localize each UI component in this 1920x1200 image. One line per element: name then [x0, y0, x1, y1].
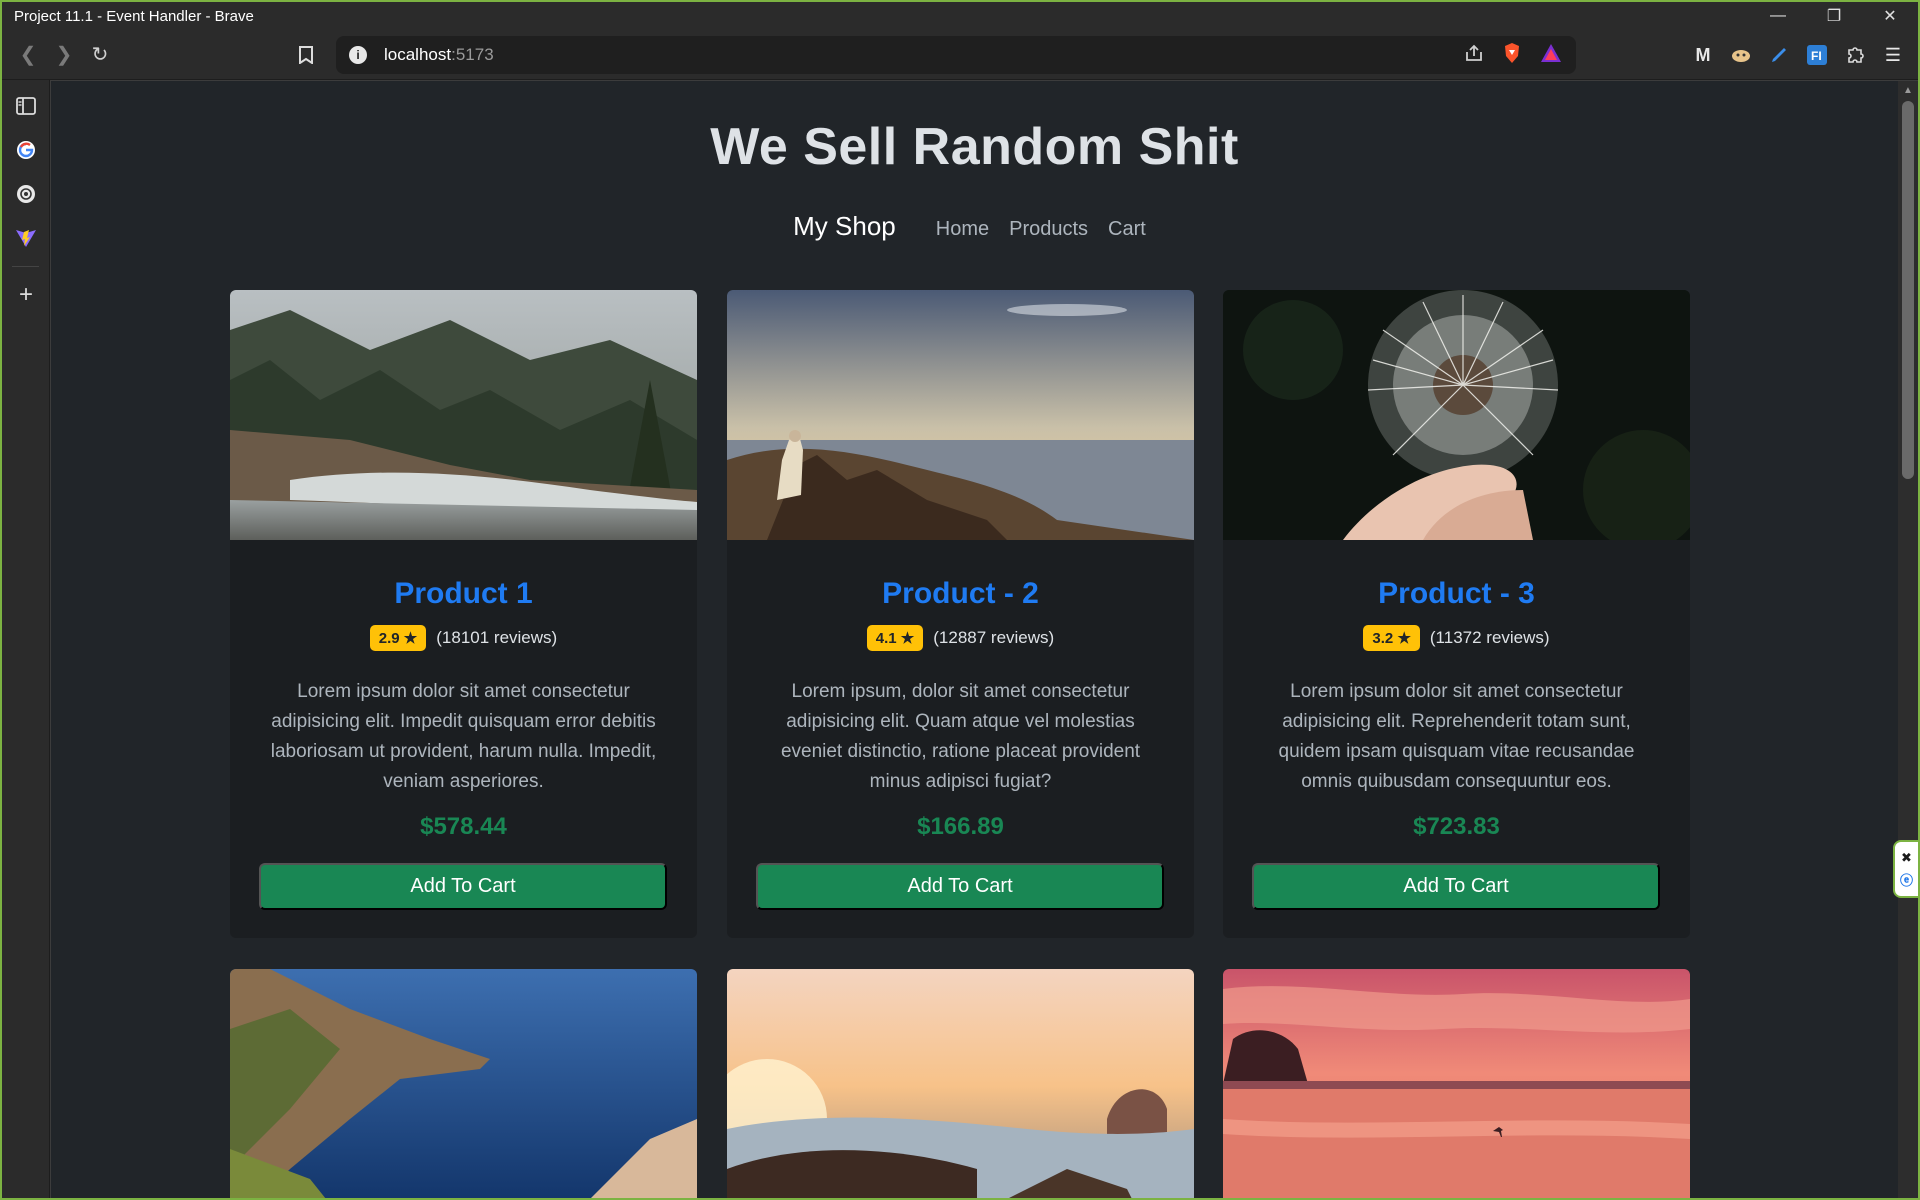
url-port: :5173 — [451, 45, 494, 64]
add-icon[interactable]: + — [2, 273, 50, 317]
sidebar-toggle-icon[interactable] — [2, 84, 50, 128]
product-price: $578.44 — [420, 813, 507, 840]
rating-row: 2.9 ★ (18101 reviews) — [230, 625, 697, 651]
product-card — [230, 969, 697, 1198]
url-host: localhost — [384, 45, 452, 64]
product-description: Lorem ipsum dolor sit amet consectetur a… — [270, 681, 657, 792]
rating-row: 3.2 ★ (11372 reviews) — [1223, 625, 1690, 651]
browser-toolbar: ❮ ❯ ↻ i localhost:5173 M FI ☰ — [2, 30, 1918, 80]
extensions-area: M FI ☰ — [1690, 38, 1906, 72]
rating-badge: 3.2 ★ — [1363, 625, 1420, 651]
brand-link[interactable]: My Shop — [793, 211, 896, 242]
review-count: (12887 reviews) — [933, 628, 1055, 647]
window-title: Project 11.1 - Event Handler - Brave — [14, 7, 254, 25]
product-image-forest-river — [230, 290, 697, 540]
nav-link-cart[interactable]: Cart — [1108, 218, 1146, 241]
product-image-dandelion — [1223, 290, 1690, 550]
product-card: Product - 2 4.1 ★ (12887 reviews) Lorem … — [727, 290, 1194, 938]
page-viewport: We Sell Random Shit My Shop Home Product… — [51, 81, 1898, 1198]
vite-icon[interactable] — [2, 216, 50, 260]
product-card — [727, 969, 1194, 1198]
back-icon[interactable]: ❮ — [10, 37, 46, 73]
minimize-icon[interactable]: — — [1750, 2, 1806, 30]
shop-navbar: My Shop Home Products Cart — [51, 211, 1898, 242]
product-image-sunset-waves — [727, 969, 1194, 1198]
nav-link-home[interactable]: Home — [936, 218, 989, 241]
menu-icon[interactable]: ☰ — [1880, 42, 1906, 68]
add-to-cart-button[interactable]: Add To Cart — [1252, 863, 1660, 910]
address-bar[interactable]: i localhost:5173 — [336, 36, 1576, 74]
page-title: We Sell Random Shit — [710, 118, 1239, 176]
brave-rewards-icon[interactable] — [1540, 43, 1562, 68]
title-bar: Project 11.1 - Event Handler - Brave — ❐… — [2, 2, 1918, 30]
product-title[interactable]: Product 1 — [230, 577, 697, 611]
browser-sidebar: + — [2, 80, 50, 1198]
product-image-beach-sunset — [1223, 969, 1690, 1198]
google-icon[interactable] — [2, 128, 50, 172]
review-count: (11372 reviews) — [1429, 628, 1550, 647]
share-icon[interactable] — [1464, 44, 1484, 67]
brave-shield-icon[interactable] — [1502, 42, 1522, 69]
chatgpt-icon[interactable] — [2, 172, 50, 216]
cat-extension-icon[interactable] — [1728, 42, 1754, 68]
m-extension-icon[interactable]: M — [1690, 42, 1716, 68]
product-title[interactable]: Product - 2 — [727, 577, 1194, 611]
add-to-cart-button[interactable]: Add To Cart — [756, 863, 1164, 910]
nav-link-products[interactable]: Products — [1009, 218, 1088, 241]
bookmark-icon[interactable] — [288, 37, 324, 73]
product-description: Lorem ipsum dolor sit amet consectetur a… — [1278, 681, 1635, 792]
product-price: $723.83 — [1413, 813, 1500, 840]
product-price: $166.89 — [917, 813, 1004, 840]
product-title[interactable]: Product - 3 — [1223, 577, 1690, 611]
product-image-cliff-person — [727, 290, 1194, 540]
pen-extension-icon[interactable] — [1766, 42, 1792, 68]
svg-text:FI: FI — [1811, 49, 1822, 63]
review-count: (18101 reviews) — [436, 628, 558, 647]
reload-icon[interactable]: ↻ — [82, 37, 118, 73]
add-to-cart-button[interactable]: Add To Cart — [259, 863, 667, 910]
forward-icon[interactable]: ❯ — [46, 37, 82, 73]
product-description: Lorem ipsum, dolor sit amet consectetur … — [780, 681, 1141, 792]
e-extension-icon[interactable]: ⓔ — [1900, 870, 1913, 889]
restore-icon[interactable]: ❐ — [1806, 2, 1862, 30]
close-circle-icon[interactable]: ✖ — [1901, 850, 1912, 866]
rating-row: 4.1 ★ (12887 reviews) — [727, 625, 1194, 651]
product-card — [1223, 969, 1690, 1198]
product-image-coast-cliffs — [230, 969, 697, 1198]
rating-badge: 4.1 ★ — [866, 625, 924, 651]
page-scrollbar[interactable]: ▲ — [1898, 81, 1918, 1198]
scroll-up-icon[interactable]: ▲ — [1903, 85, 1913, 96]
info-icon[interactable]: i — [349, 46, 367, 64]
rating-badge: 2.9 ★ — [369, 625, 427, 651]
floating-extension-tab[interactable]: ✖ ⓔ — [1893, 840, 1920, 898]
f-extension-icon[interactable]: FI — [1804, 42, 1830, 68]
product-card: Product 1 2.9 ★ (18101 reviews) Lorem ip… — [230, 290, 697, 938]
puzzle-icon[interactable] — [1842, 42, 1868, 68]
scroll-thumb[interactable] — [1902, 101, 1914, 479]
product-card: Product - 3 3.2 ★ (11372 reviews) Lorem … — [1223, 290, 1690, 938]
close-icon[interactable]: ✕ — [1862, 2, 1918, 30]
